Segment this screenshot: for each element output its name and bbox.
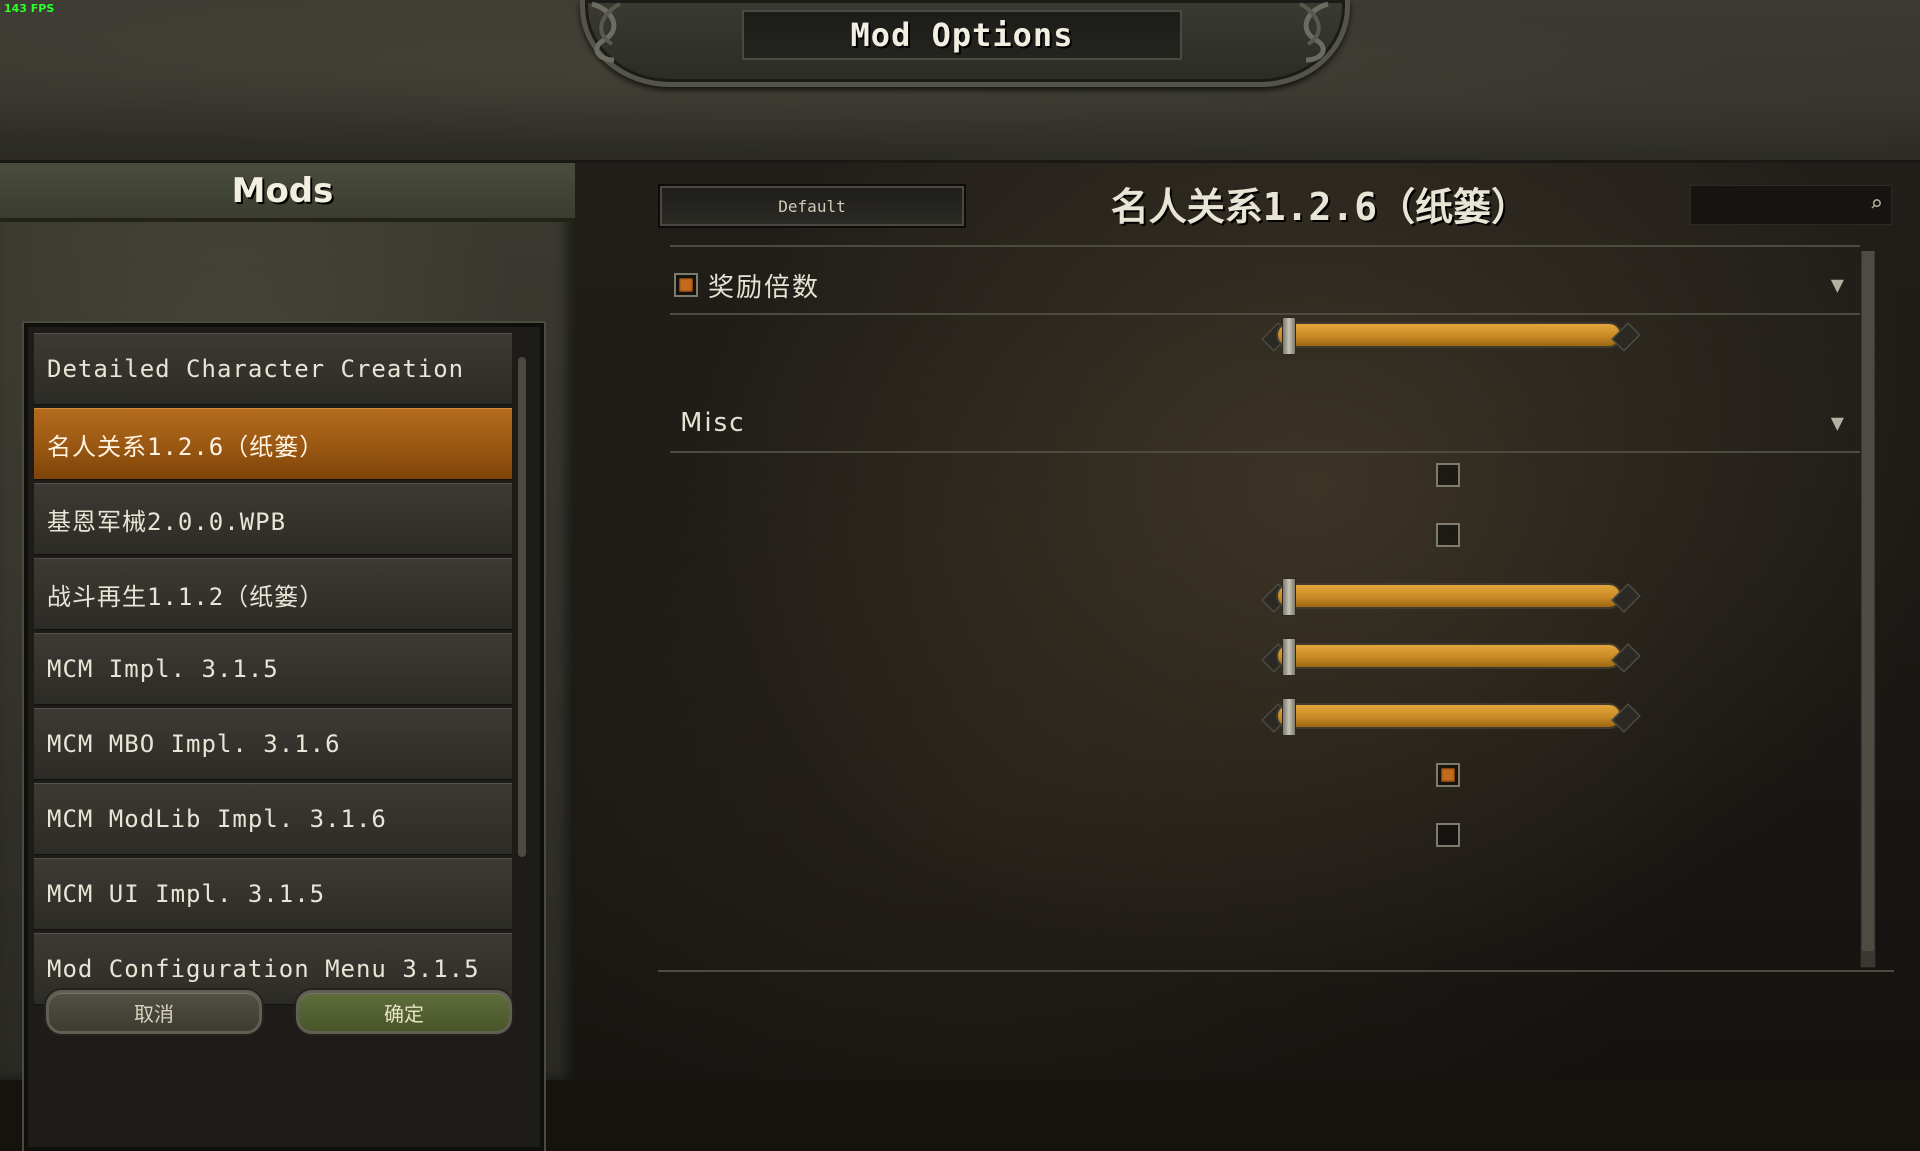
value-slider[interactable]: [1261, 315, 1641, 355]
cancel-button-label: 取消: [134, 1001, 174, 1026]
group-header-reward-multiplier[interactable]: 奖励倍数 ▼: [670, 255, 1860, 315]
cancel-button[interactable]: 取消: [46, 990, 262, 1034]
mod-list-item-label: Mod Configuration Menu 3.1.5: [47, 955, 480, 983]
mod-list-item[interactable]: MCM MBO Impl. 3.1.6: [34, 708, 512, 780]
mod-list-item-label: MCM MBO Impl. 3.1.6: [47, 730, 341, 758]
group-toggle-checkbox[interactable]: [674, 273, 698, 297]
fps-counter: 143 FPS: [4, 2, 55, 15]
mod-list-item[interactable]: 基恩军械2.0.0.WPB: [34, 483, 512, 555]
preset-label: Default: [778, 196, 846, 216]
celtic-knot-left-icon: [591, 1, 621, 63]
window-title-plate: Mod Options: [742, 10, 1182, 60]
setting-checkbox[interactable]: [1436, 463, 1460, 487]
mod-list-item[interactable]: MCM UI Impl. 3.1.5: [34, 858, 512, 930]
setting-checkbox[interactable]: [1436, 763, 1460, 787]
mod-list-scrollbar[interactable]: [518, 357, 526, 857]
mods-heading: Mods: [231, 170, 334, 211]
group-header-misc[interactable]: Misc ▼: [670, 393, 1860, 453]
settings-search-input[interactable]: ⌕: [1690, 185, 1892, 225]
mod-list-item[interactable]: 名人关系1.2.6（纸篓）: [34, 408, 512, 480]
setting-checkbox[interactable]: [1436, 523, 1460, 547]
slider-handle[interactable]: [1282, 638, 1296, 676]
chevron-down-icon[interactable]: ▼: [1831, 411, 1844, 436]
confirm-button-label: 确定: [384, 1001, 424, 1026]
slider-handle[interactable]: [1282, 698, 1296, 736]
setting-checkbox[interactable]: [1436, 823, 1460, 847]
slider-handle[interactable]: [1282, 317, 1296, 355]
mod-list-item[interactable]: Detailed Character Creation: [34, 333, 512, 405]
mod-list-item-label: 基恩军械2.0.0.WPB: [47, 507, 287, 536]
mods-heading-bar: Mods: [0, 163, 575, 222]
mod-list-item-label: 战斗再生1.1.2（纸篓）: [47, 582, 325, 611]
slider-fill: [1276, 643, 1622, 669]
slider-fill: [1276, 703, 1622, 729]
search-icon[interactable]: ⌕: [1870, 192, 1883, 217]
settings-scrollbar-thumb[interactable]: [1862, 251, 1874, 951]
settings-scrollbar[interactable]: [1860, 250, 1876, 968]
value-slider[interactable]: [1261, 696, 1641, 736]
slider-handle[interactable]: [1282, 578, 1296, 616]
top-banner: 143 FPS Mod Options: [0, 0, 1920, 163]
default-preset-dropdown[interactable]: Default: [660, 186, 964, 226]
selected-mod-title: 名人关系1.2.6（纸篓）: [1110, 184, 1530, 229]
mod-list-item[interactable]: MCM Impl. 3.1.5: [34, 633, 512, 705]
slider-fill: [1276, 583, 1622, 609]
window-title: Mod Options: [850, 16, 1074, 54]
group-divider: [670, 451, 1860, 453]
group-label: 奖励倍数: [708, 272, 821, 303]
group-label: Misc: [680, 408, 746, 438]
confirm-button[interactable]: 确定: [296, 990, 512, 1034]
slider-fill: [1276, 322, 1622, 348]
header-divider: [670, 245, 1860, 247]
mod-list-item-label: MCM Impl. 3.1.5: [47, 655, 279, 683]
mod-list-item-label: Detailed Character Creation: [47, 355, 465, 383]
value-slider[interactable]: [1261, 576, 1641, 616]
footer-divider: [658, 970, 1894, 972]
chevron-down-icon[interactable]: ▼: [1831, 273, 1844, 298]
mod-list-item-label: MCM ModLib Impl. 3.1.6: [47, 805, 387, 833]
value-slider[interactable]: [1261, 636, 1641, 676]
mod-list-item[interactable]: MCM ModLib Impl. 3.1.6: [34, 783, 512, 855]
mod-list-item-label: MCM UI Impl. 3.1.5: [47, 880, 326, 908]
celtic-knot-right-icon: [1299, 1, 1329, 63]
mod-list-item-label: 名人关系1.2.6（纸篓）: [47, 432, 325, 461]
mod-list-item[interactable]: 战斗再生1.1.2（纸篓）: [34, 558, 512, 630]
